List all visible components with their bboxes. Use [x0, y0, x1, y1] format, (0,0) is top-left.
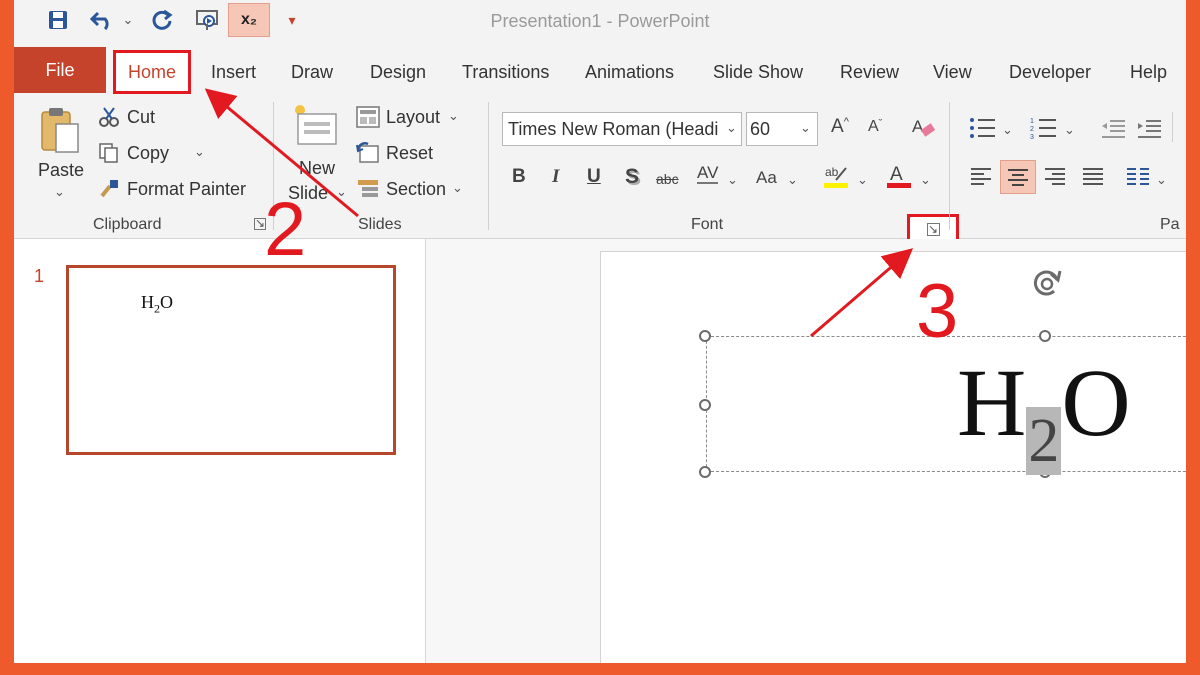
arrow-to-font-launcher [810, 248, 914, 338]
arrow-to-home [204, 88, 359, 218]
annotation-arrows [204, 88, 914, 338]
powerpoint-window: ⌄ x₂ ▾ Presentation1 - PowerPoint File H… [14, 0, 1186, 663]
